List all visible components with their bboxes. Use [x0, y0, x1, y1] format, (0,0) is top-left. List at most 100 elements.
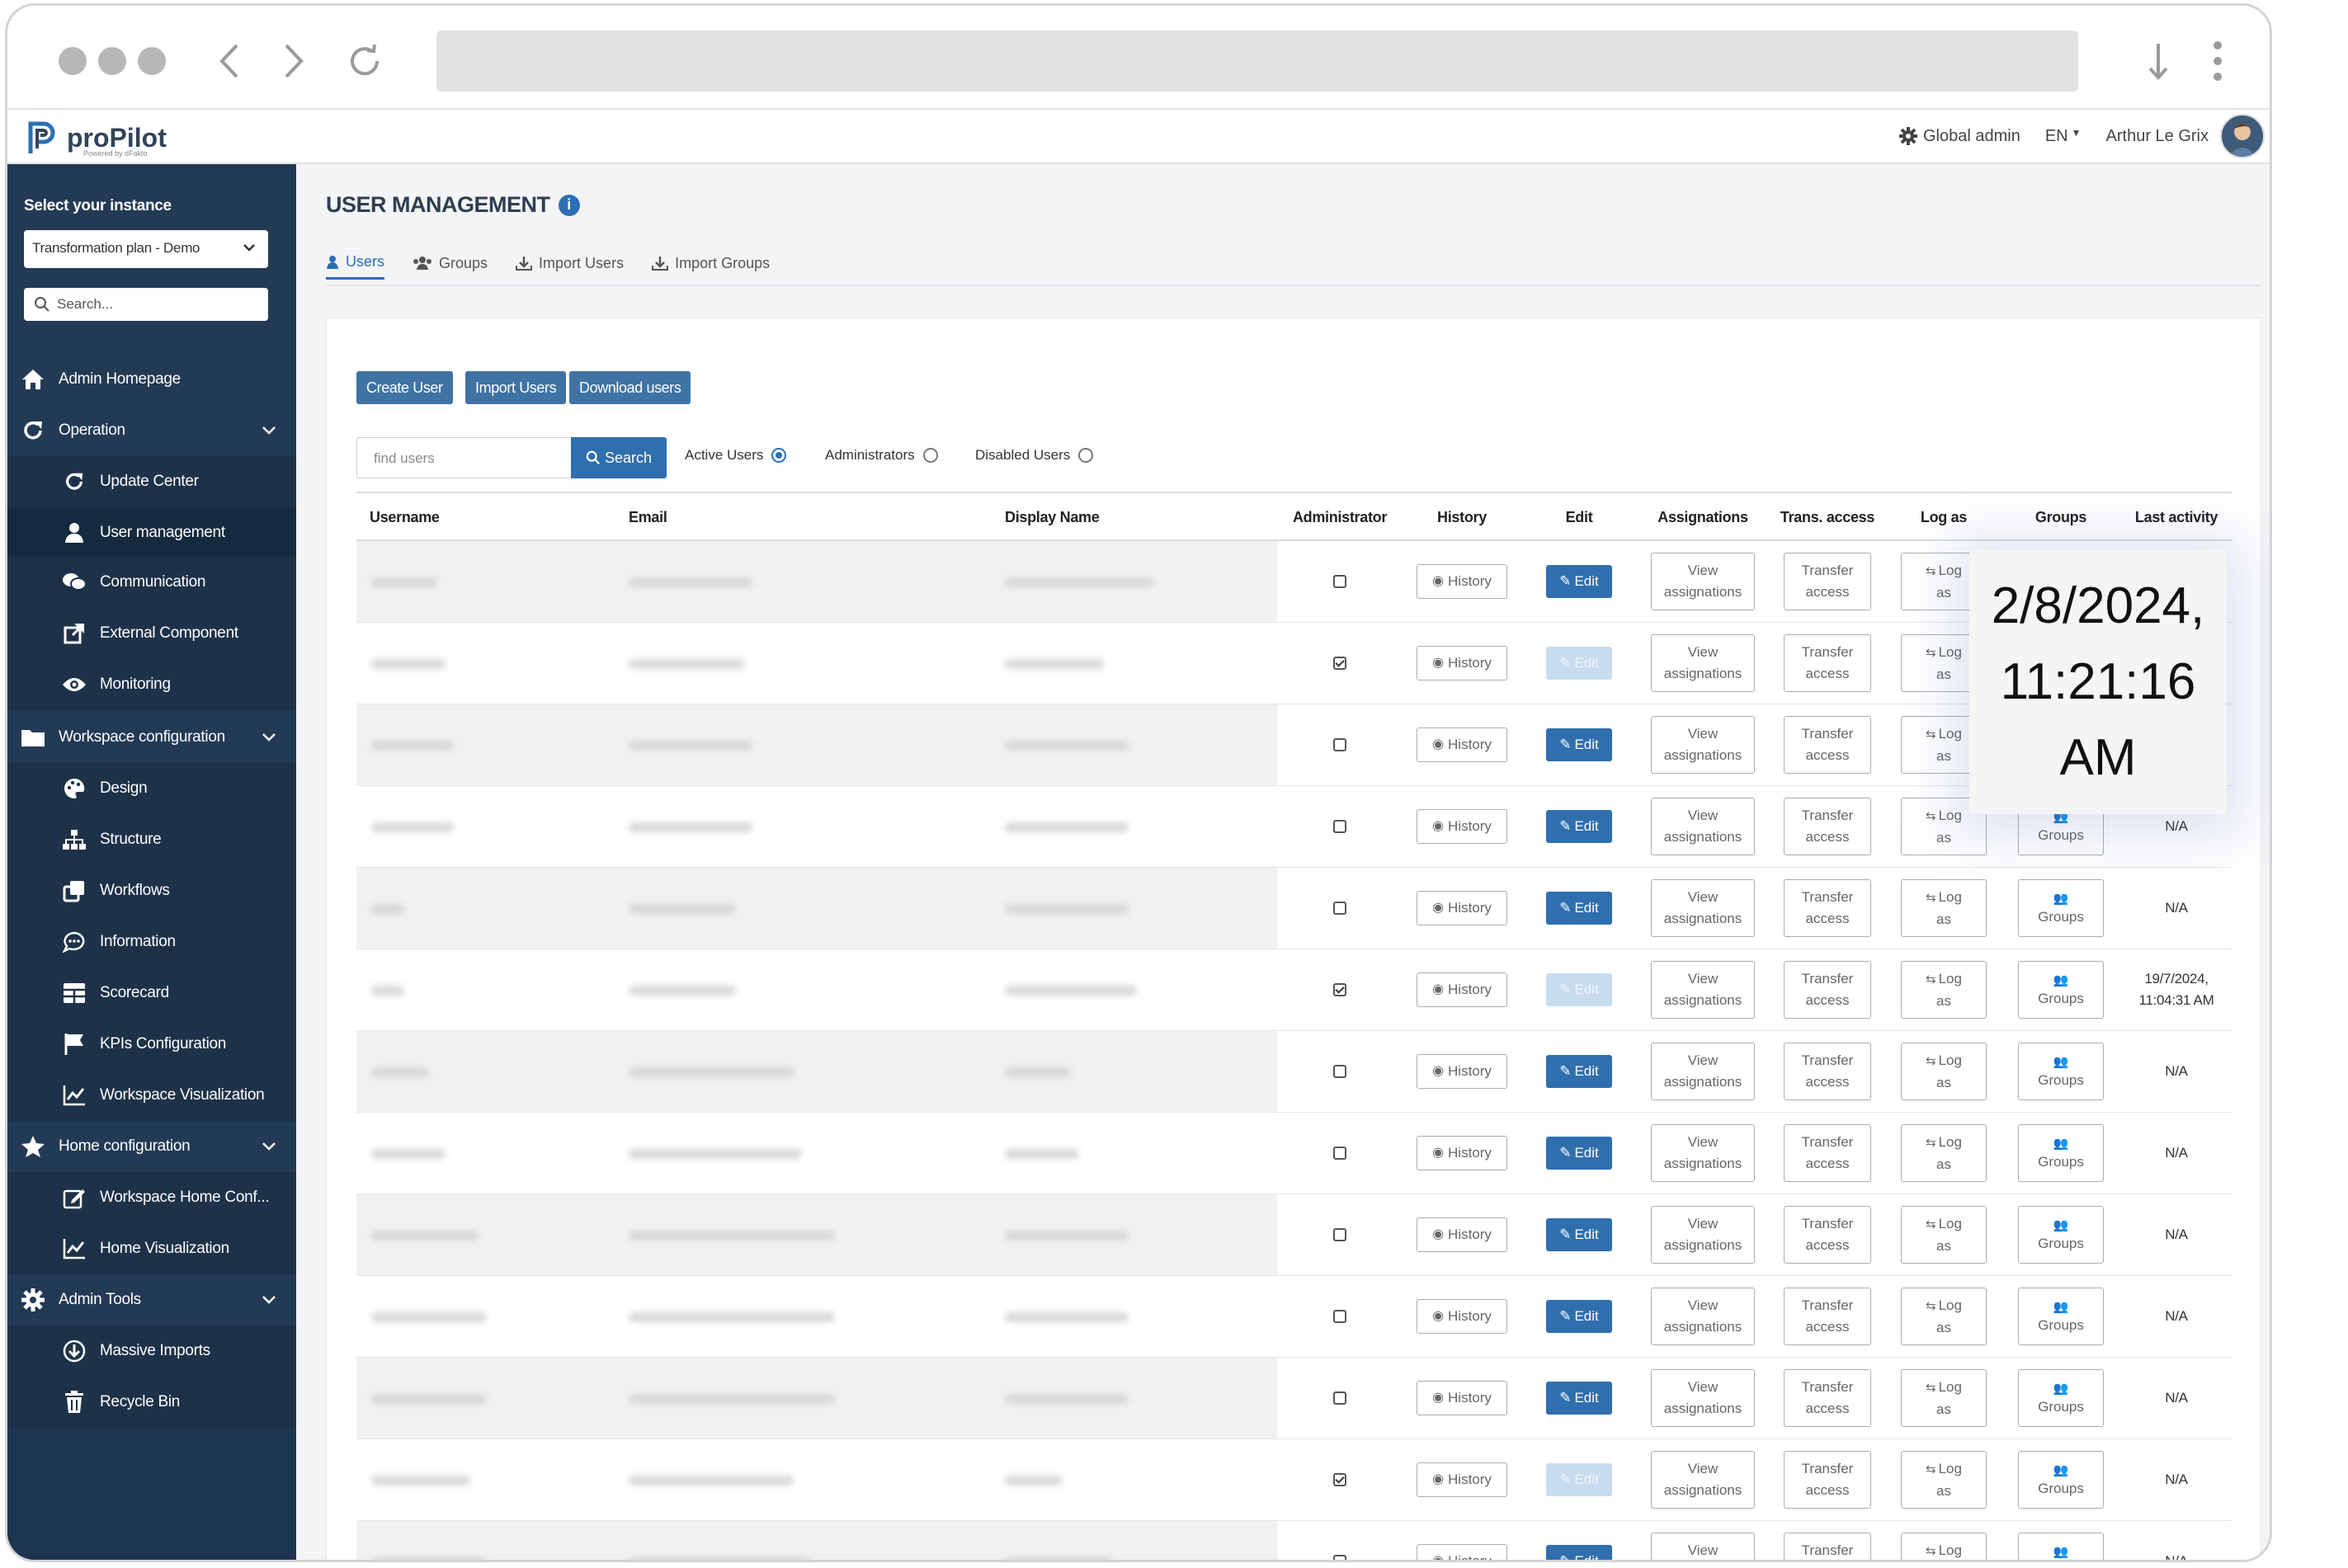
sidebar-item-workspace-home-conf[interactable]: Workspace Home Conf... [7, 1172, 296, 1223]
history-button[interactable]: ◉ History [1417, 646, 1507, 680]
history-button[interactable]: ◉ History [1417, 1136, 1507, 1170]
history-button[interactable]: ◉ History [1417, 891, 1507, 925]
transfer-access-button[interactable]: Transfer access [1784, 1533, 1871, 1560]
edit-button[interactable]: ✎ Edit [1546, 892, 1612, 925]
sidebar-item-workspace-configuration[interactable]: Workspace configuration [7, 712, 296, 763]
edit-button[interactable]: ✎ Edit [1546, 1545, 1612, 1560]
transfer-access-button[interactable]: Transfer access [1784, 634, 1871, 692]
edit-button[interactable]: ✎ Edit [1546, 810, 1612, 843]
groups-button[interactable]: 👥 Groups [2018, 1043, 2104, 1100]
log-as-button[interactable]: ⇆Log as [1901, 1288, 1987, 1345]
groups-button[interactable]: 👥 Groups [2018, 879, 2104, 937]
create-user-button[interactable]: Create User [356, 371, 453, 404]
sidebar-item-external-component[interactable]: External Component [7, 608, 296, 659]
window-minimize-dot[interactable] [98, 47, 126, 75]
administrator-checkbox[interactable] [1333, 1065, 1346, 1078]
log-as-button[interactable]: ⇆Log as [1901, 1206, 1987, 1264]
edit-button[interactable]: ✎ Edit [1546, 1055, 1612, 1088]
filter-active-users[interactable]: Active Users [685, 447, 787, 464]
instance-select[interactable]: Transformation plan - Demo [24, 230, 268, 268]
sidebar-item-scorecard[interactable]: Scorecard [7, 968, 296, 1019]
history-button[interactable]: ◉ History [1417, 727, 1507, 762]
filter-disabled-users[interactable]: Disabled Users [975, 447, 1094, 464]
tab-users[interactable]: Users [326, 247, 385, 280]
sidebar-search-input[interactable]: Search... [24, 288, 268, 321]
reload-icon[interactable] [341, 37, 389, 85]
history-button[interactable]: ◉ History [1417, 564, 1507, 599]
sidebar-item-kpis-configuration[interactable]: KPIs Configuration [7, 1019, 296, 1070]
log-as-button[interactable]: ⇆Log as [1901, 1043, 1987, 1100]
window-maximize-dot[interactable] [138, 47, 166, 75]
administrator-checkbox[interactable] [1333, 1310, 1346, 1323]
edit-button[interactable]: ✎ Edit [1546, 1300, 1612, 1333]
info-icon[interactable]: i [558, 194, 580, 216]
history-button[interactable]: ◉ History [1417, 972, 1507, 1007]
transfer-access-button[interactable]: Transfer access [1784, 1288, 1871, 1345]
view-assignations-button[interactable]: View assignations [1651, 1533, 1755, 1560]
transfer-access-button[interactable]: Transfer access [1784, 716, 1871, 774]
view-assignations-button[interactable]: View assignations [1651, 634, 1755, 692]
transfer-access-button[interactable]: Transfer access [1784, 1043, 1871, 1100]
administrator-checkbox[interactable] [1333, 902, 1346, 915]
transfer-access-button[interactable]: Transfer access [1784, 1206, 1871, 1264]
tab-groups[interactable]: Groups [413, 247, 488, 280]
logo[interactable]: proPilot Powered by dFakto [24, 115, 167, 161]
edit-button[interactable]: ✎ Edit [1546, 728, 1612, 761]
history-button[interactable]: ◉ History [1417, 1217, 1507, 1252]
view-assignations-button[interactable]: View assignations [1651, 879, 1755, 937]
log-as-button[interactable]: ⇆Log as [1901, 1533, 1987, 1560]
global-admin-link[interactable]: Global admin [1898, 126, 2020, 146]
import-users-button[interactable]: Import Users [465, 371, 567, 404]
transfer-access-button[interactable]: Transfer access [1784, 961, 1871, 1019]
sidebar-item-home-configuration[interactable]: Home configuration [7, 1121, 296, 1172]
log-as-button[interactable]: ⇆Log as [1901, 879, 1987, 937]
user-menu[interactable]: Arthur Le Grix [2106, 127, 2209, 146]
sidebar-item-update-center[interactable]: Update Center [7, 456, 296, 507]
transfer-access-button[interactable]: Transfer access [1784, 1124, 1871, 1182]
more-menu-icon[interactable] [2194, 37, 2242, 85]
radio-active-users[interactable] [771, 448, 787, 463]
groups-button[interactable]: 👥 Groups [2018, 1533, 2104, 1560]
groups-button[interactable]: 👥 Groups [2018, 1206, 2104, 1264]
column-header-display-name[interactable]: Display Name [1005, 493, 1100, 541]
download-users-button[interactable]: Download users [569, 371, 691, 404]
tab-import-users[interactable]: Import Users [516, 247, 624, 280]
column-header-administrator[interactable]: Administrator [1277, 493, 1403, 541]
transfer-access-button[interactable]: Transfer access [1784, 1369, 1871, 1427]
view-assignations-button[interactable]: View assignations [1651, 1369, 1755, 1427]
view-assignations-button[interactable]: View assignations [1651, 961, 1755, 1019]
history-button[interactable]: ◉ History [1417, 1299, 1507, 1334]
sidebar-item-structure[interactable]: Structure [7, 814, 296, 865]
view-assignations-button[interactable]: View assignations [1651, 1043, 1755, 1100]
edit-button[interactable]: ✎ Edit [1546, 1382, 1612, 1415]
log-as-button[interactable]: ⇆Log as [1901, 1451, 1987, 1509]
transfer-access-button[interactable]: Transfer access [1784, 879, 1871, 937]
groups-button[interactable]: 👥 Groups [2018, 961, 2104, 1019]
sidebar-item-massive-imports[interactable]: Massive Imports [7, 1326, 296, 1377]
avatar[interactable] [2220, 114, 2265, 158]
transfer-access-button[interactable]: Transfer access [1784, 798, 1871, 855]
sidebar-item-user-management[interactable]: User management [7, 507, 296, 558]
radio-administrators[interactable] [922, 448, 938, 463]
groups-button[interactable]: 👥 Groups [2018, 1124, 2104, 1182]
history-button[interactable]: ◉ History [1417, 809, 1507, 844]
search-button[interactable]: Search [571, 437, 667, 478]
edit-button[interactable]: ✎ Edit [1546, 1137, 1612, 1170]
view-assignations-button[interactable]: View assignations [1651, 1206, 1755, 1264]
history-button[interactable]: ◉ History [1417, 1544, 1507, 1560]
column-header-last-activity[interactable]: Last activity [2120, 493, 2232, 541]
sidebar-item-admin-homepage[interactable]: Admin Homepage [7, 354, 296, 405]
address-bar[interactable] [436, 31, 2078, 92]
filter-administrators[interactable]: Administrators [825, 447, 938, 464]
administrator-checkbox[interactable] [1333, 657, 1346, 670]
history-button[interactable]: ◉ History [1417, 1381, 1507, 1415]
view-assignations-button[interactable]: View assignations [1651, 553, 1755, 610]
history-button[interactable]: ◉ History [1417, 1462, 1507, 1497]
log-as-button[interactable]: ⇆Log as [1901, 1124, 1987, 1182]
view-assignations-button[interactable]: View assignations [1651, 798, 1755, 855]
window-close-dot[interactable] [59, 47, 87, 75]
transfer-access-button[interactable]: Transfer access [1784, 553, 1871, 610]
log-as-button[interactable]: ⇆Log as [1901, 1369, 1987, 1427]
sidebar-item-admin-tools[interactable]: Admin Tools [7, 1274, 296, 1326]
tab-import-groups[interactable]: Import Groups [652, 247, 770, 280]
